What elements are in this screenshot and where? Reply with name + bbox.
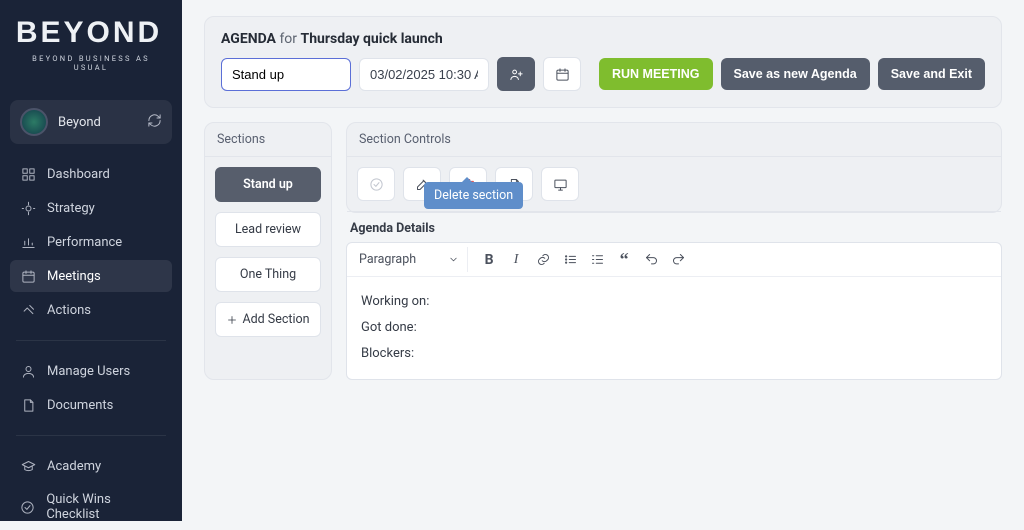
- editor-line: Working on:: [361, 289, 987, 315]
- dashboard-icon: [20, 166, 36, 182]
- academy-icon: [20, 458, 36, 474]
- brand-logo: BEYOND BEYOND BUSINESS AS USUAL: [10, 18, 172, 82]
- meetings-icon: [20, 268, 36, 284]
- agenda-for: for: [279, 31, 297, 47]
- run-meeting-button[interactable]: RUN MEETING: [599, 58, 713, 90]
- quote-button[interactable]: “: [612, 248, 636, 272]
- save-as-new-button[interactable]: Save as new Agenda: [721, 58, 870, 90]
- section-item-stand-up[interactable]: Stand up: [215, 167, 321, 202]
- sections-header: Sections: [205, 123, 331, 157]
- documents-icon: [20, 397, 36, 413]
- link-button[interactable]: [531, 248, 555, 272]
- users-icon: [20, 363, 36, 379]
- refresh-icon[interactable]: [147, 113, 162, 132]
- nav-label: Dashboard: [47, 167, 110, 182]
- nav-label: Meetings: [47, 269, 101, 284]
- editor-body[interactable]: Working on: Got done: Blockers:: [347, 277, 1001, 379]
- present-section-button[interactable]: [541, 167, 579, 201]
- paragraph-format-select[interactable]: Paragraph: [353, 247, 468, 272]
- nav-quick-wins[interactable]: Quick Wins Checklist: [10, 484, 172, 530]
- main-content: AGENDA for Thursday quick launch RUN MEE…: [182, 0, 1024, 521]
- agenda-details-header: Agenda Details: [346, 213, 1002, 242]
- nav-manage-users[interactable]: Manage Users: [10, 355, 172, 387]
- org-name: Beyond: [58, 115, 137, 130]
- org-switcher[interactable]: Beyond: [10, 100, 172, 144]
- nav-label: Performance: [47, 235, 122, 250]
- section-item-one-thing[interactable]: One Thing: [215, 257, 321, 292]
- delete-section-tooltip: Delete section: [424, 182, 523, 209]
- nav-academy[interactable]: Academy: [10, 450, 172, 482]
- italic-button[interactable]: I: [504, 248, 528, 272]
- editor-column: Section Controls: [346, 122, 1002, 380]
- nav-label: Actions: [47, 303, 91, 318]
- redo-button[interactable]: [666, 248, 690, 272]
- sidebar: BEYOND BEYOND BUSINESS AS USUAL Beyond D…: [0, 0, 182, 521]
- format-label: Paragraph: [359, 252, 416, 267]
- editor-line: Got done:: [361, 315, 987, 341]
- primary-nav: Dashboard Strategy Performance Meetings …: [10, 158, 172, 530]
- section-controls-header: Section Controls: [347, 123, 1001, 157]
- nav-label: Documents: [47, 398, 113, 413]
- add-section-button[interactable]: Add Section: [215, 302, 321, 337]
- save-and-exit-button[interactable]: Save and Exit: [878, 58, 985, 90]
- org-avatar: [20, 108, 48, 136]
- nav-label: Quick Wins Checklist: [46, 492, 162, 522]
- agenda-header-card: AGENDA for Thursday quick launch RUN MEE…: [204, 16, 1002, 108]
- agenda-meeting-name: Thursday quick launch: [301, 31, 443, 47]
- calendar-button[interactable]: [543, 57, 581, 91]
- agenda-title-line: AGENDA for Thursday quick launch: [221, 31, 985, 47]
- agenda-prefix: AGENDA: [221, 31, 276, 47]
- strategy-icon: [20, 200, 36, 216]
- nav-dashboard[interactable]: Dashboard: [10, 158, 172, 190]
- nav-performance[interactable]: Performance: [10, 226, 172, 258]
- nav-documents[interactable]: Documents: [10, 389, 172, 421]
- nav-strategy[interactable]: Strategy: [10, 192, 172, 224]
- bullet-list-button[interactable]: [558, 248, 582, 272]
- numbered-list-button[interactable]: [585, 248, 609, 272]
- brand-tagline: BEYOND BUSINESS AS USUAL: [16, 54, 166, 72]
- actions-icon: [20, 302, 36, 318]
- nav-label: Strategy: [47, 201, 95, 216]
- nav-label: Academy: [47, 459, 101, 474]
- brand-name: BEYOND: [16, 18, 162, 48]
- performance-icon: [20, 234, 36, 250]
- nav-label: Manage Users: [47, 364, 130, 379]
- undo-button[interactable]: [639, 248, 663, 272]
- invite-people-button[interactable]: [497, 57, 535, 91]
- section-title-input[interactable]: [221, 58, 351, 91]
- editor-line: Blockers:: [361, 341, 987, 367]
- bold-button[interactable]: B: [477, 248, 501, 272]
- nav-meetings[interactable]: Meetings: [10, 260, 172, 292]
- section-item-lead-review[interactable]: Lead review: [215, 212, 321, 247]
- checklist-icon: [20, 499, 35, 515]
- add-section-label: Add Section: [242, 312, 309, 327]
- datetime-input[interactable]: [359, 58, 489, 91]
- complete-section-button: [357, 167, 395, 201]
- sections-panel: Sections Stand up Lead review One Thing …: [204, 122, 332, 380]
- nav-actions[interactable]: Actions: [10, 294, 172, 326]
- rich-text-editor: Paragraph B I: [346, 242, 1002, 380]
- editor-toolbar: Paragraph B I: [347, 243, 1001, 277]
